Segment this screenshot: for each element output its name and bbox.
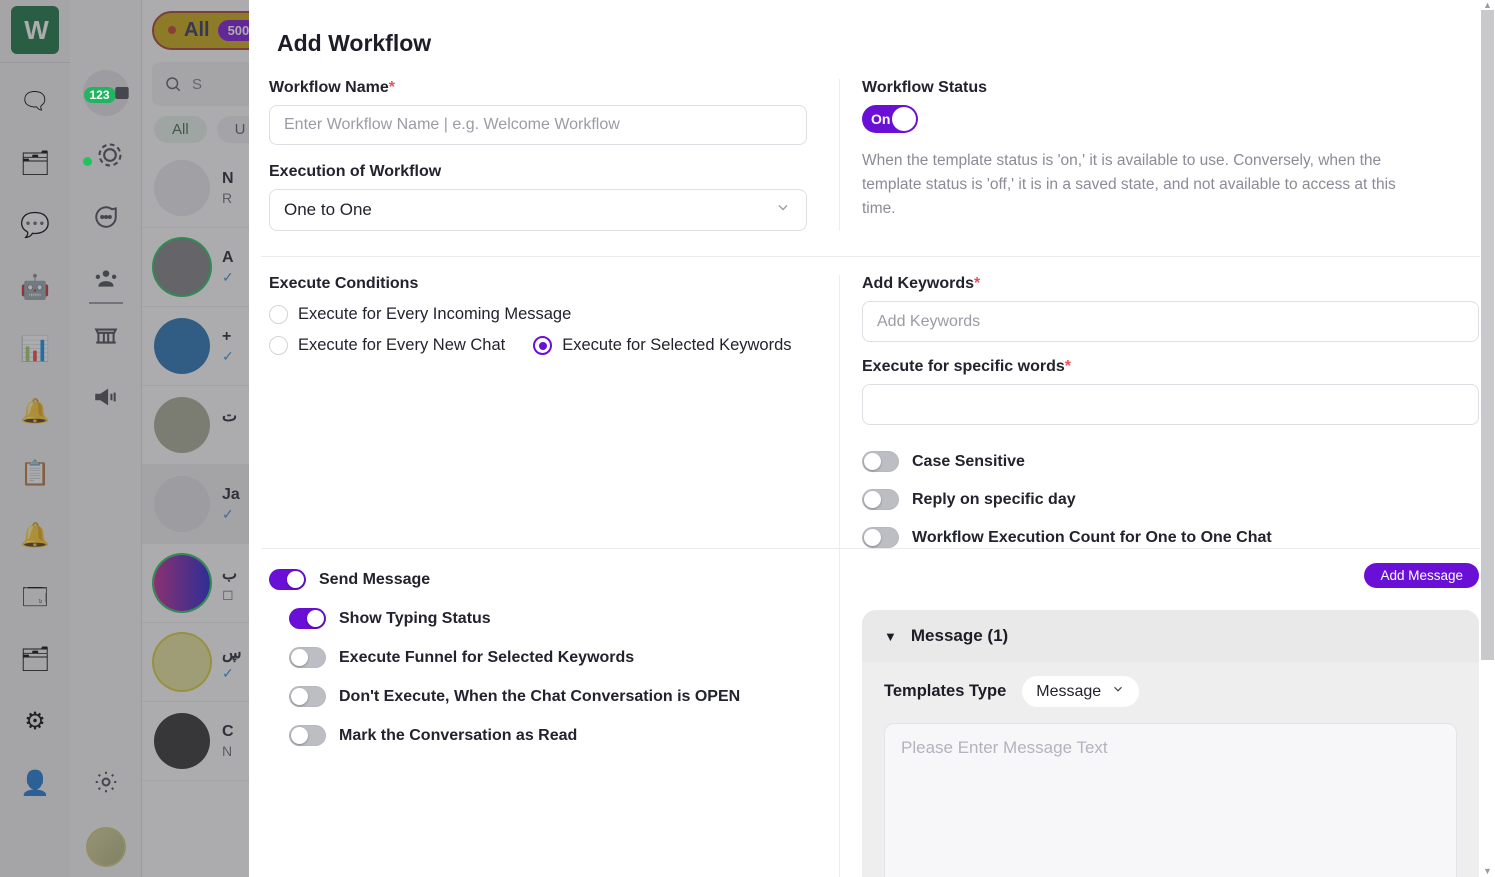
toggle-mark-conversation-read[interactable]: Mark the Conversation as Read bbox=[269, 725, 807, 746]
toggle-switch bbox=[862, 451, 899, 472]
modal-scrollbar-thumb[interactable] bbox=[1481, 10, 1494, 660]
toggle-knob bbox=[892, 107, 916, 131]
execute-specific-words-input[interactable] bbox=[862, 384, 1479, 425]
toggle-knob bbox=[291, 727, 308, 744]
toggle-execute-funnel[interactable]: Execute Funnel for Selected Keywords bbox=[269, 647, 807, 668]
toggle-label: Reply on specific day bbox=[912, 490, 1076, 508]
right-toggle-group: Case Sensitive Reply on specific day Wor… bbox=[862, 451, 1479, 548]
toggle-knob bbox=[287, 571, 304, 588]
radio-every-new-chat[interactable]: Execute for Every New Chat bbox=[269, 336, 505, 355]
message-card-title: Message (1) bbox=[910, 626, 1009, 645]
toggle-execution-count[interactable]: Workflow Execution Count for One to One … bbox=[862, 527, 1479, 548]
toggle-switch bbox=[269, 569, 306, 590]
add-keywords-label: Add Keywords* bbox=[862, 275, 1479, 293]
radio-every-incoming-message[interactable]: Execute for Every Incoming Message bbox=[269, 305, 807, 324]
toggle-label: Mark the Conversation as Read bbox=[339, 726, 578, 744]
radio-selected-keywords[interactable]: Execute for Selected Keywords bbox=[533, 336, 792, 355]
toggle-label: Case Sensitive bbox=[912, 452, 1025, 470]
execute-conditions-label: Execute Conditions bbox=[269, 275, 419, 292]
required-asterisk: * bbox=[1064, 358, 1071, 375]
chevron-down-icon bbox=[1111, 682, 1125, 701]
toggle-reply-specific-day[interactable]: Reply on specific day bbox=[862, 489, 1479, 510]
execution-of-workflow-label: Execution of Workflow bbox=[269, 163, 442, 180]
workflow-status-help-text: When the template status is 'on,' it is … bbox=[862, 152, 1396, 218]
section-conditions: Execute Conditions Execute for Every Inc… bbox=[249, 257, 1495, 548]
toggle-switch bbox=[289, 725, 326, 746]
toggle-label: Don't Execute, When the Chat Conversatio… bbox=[339, 687, 741, 705]
workflow-status-label: Workflow Status bbox=[862, 79, 988, 96]
add-message-row: Add Message bbox=[862, 563, 1479, 588]
toggle-knob bbox=[864, 453, 881, 470]
status-online-dot bbox=[83, 156, 92, 166]
execute-specific-words-label-text: Execute for specific words bbox=[862, 358, 1065, 375]
toggle-dont-execute-open-chat[interactable]: Don't Execute, When the Chat Conversatio… bbox=[269, 686, 807, 707]
radio-circle-icon bbox=[269, 336, 288, 355]
toggle-send-message[interactable]: Send Message bbox=[269, 569, 807, 590]
chevron-down-icon[interactable]: ▼ bbox=[884, 629, 897, 644]
radio-row-group: Execute for Every New Chat Execute for S… bbox=[269, 332, 807, 355]
add-keywords-label-text: Add Keywords bbox=[862, 275, 975, 292]
execute-specific-words-label: Execute for specific words* bbox=[862, 358, 1479, 376]
execution-of-workflow-select-wrap: One to One bbox=[269, 189, 807, 231]
message-card: ▼ Message (1) Templates Type Message bbox=[862, 610, 1479, 877]
workflow-name-label-text: Workflow Name bbox=[269, 79, 389, 96]
toggle-knob bbox=[864, 529, 881, 546]
scroll-up-arrow-icon[interactable]: ▲ bbox=[1482, 1, 1493, 10]
section-basic-info: Workflow Name* Execution of Workflow One… bbox=[249, 57, 1495, 231]
toggle-switch bbox=[862, 489, 899, 510]
page-title: Add Workflow bbox=[277, 30, 432, 56]
add-keywords-input[interactable] bbox=[862, 301, 1479, 342]
message-text-input[interactable] bbox=[884, 723, 1457, 877]
templates-type-label: Templates Type bbox=[884, 682, 1007, 700]
add-workflow-modal: Add Workflow Workflow Name* Execution of… bbox=[249, 0, 1495, 877]
toggle-knob bbox=[291, 688, 308, 705]
toggle-label: Workflow Execution Count for One to One … bbox=[912, 528, 1272, 546]
toggle-label: Execute Funnel for Selected Keywords bbox=[339, 648, 635, 666]
toggle-switch bbox=[862, 527, 899, 548]
templates-type-row: Templates Type Message bbox=[884, 676, 1457, 707]
radio-circle-icon bbox=[269, 305, 288, 324]
action-toggles-left: Send Message Show Typing Status Execute … bbox=[249, 549, 839, 877]
toggle-label: Send Message bbox=[319, 570, 431, 588]
radio-label: Execute for Every New Chat bbox=[298, 336, 506, 354]
execute-conditions-left: Execute Conditions Execute for Every Inc… bbox=[249, 275, 839, 548]
inbox-badge: 123 bbox=[83, 87, 116, 103]
basic-info-left: Workflow Name* Execution of Workflow One… bbox=[249, 79, 839, 231]
toggle-case-sensitive[interactable]: Case Sensitive bbox=[862, 451, 1479, 472]
message-card-body: Templates Type Message bbox=[862, 662, 1479, 877]
basic-info-right: Workflow Status On When the template sta… bbox=[839, 79, 1495, 231]
toggle-knob bbox=[307, 610, 324, 627]
toggle-switch bbox=[289, 686, 326, 707]
templates-type-value: Message bbox=[1036, 682, 1102, 700]
workflow-name-input[interactable] bbox=[269, 105, 807, 145]
modal-scrollbar-track[interactable]: ▲ ▼ bbox=[1480, 0, 1495, 877]
required-asterisk: * bbox=[388, 79, 395, 96]
section-actions: Send Message Show Typing Status Execute … bbox=[249, 549, 1495, 877]
templates-type-select[interactable]: Message bbox=[1022, 676, 1140, 707]
scroll-down-arrow-icon[interactable]: ▼ bbox=[1482, 867, 1493, 876]
execution-of-workflow-value: One to One bbox=[284, 200, 372, 219]
required-asterisk: * bbox=[974, 275, 981, 292]
workflow-status-toggle-label: On bbox=[871, 111, 891, 127]
message-panel-right: Add Message ▼ Message (1) Templates Type… bbox=[839, 549, 1495, 877]
message-card-header[interactable]: ▼ Message (1) bbox=[862, 610, 1479, 662]
execution-of-workflow-select[interactable]: One to One bbox=[269, 189, 807, 231]
workflow-name-label: Workflow Name* bbox=[269, 79, 807, 97]
toggle-switch bbox=[289, 647, 326, 668]
toggle-switch bbox=[289, 608, 326, 629]
toggle-knob bbox=[864, 491, 881, 508]
keywords-right: Add Keywords* Execute for specific words… bbox=[839, 275, 1495, 548]
toggle-show-typing-status[interactable]: Show Typing Status bbox=[269, 608, 807, 629]
radio-circle-icon-checked bbox=[533, 336, 553, 355]
radio-label: Execute for Selected Keywords bbox=[562, 336, 792, 354]
add-message-button[interactable]: Add Message bbox=[1364, 563, 1479, 588]
radio-label: Execute for Every Incoming Message bbox=[298, 305, 572, 323]
workflow-status-toggle[interactable]: On bbox=[862, 105, 918, 133]
toggle-label: Show Typing Status bbox=[339, 609, 491, 627]
chevron-down-icon bbox=[775, 200, 791, 221]
toggle-knob bbox=[291, 649, 308, 666]
